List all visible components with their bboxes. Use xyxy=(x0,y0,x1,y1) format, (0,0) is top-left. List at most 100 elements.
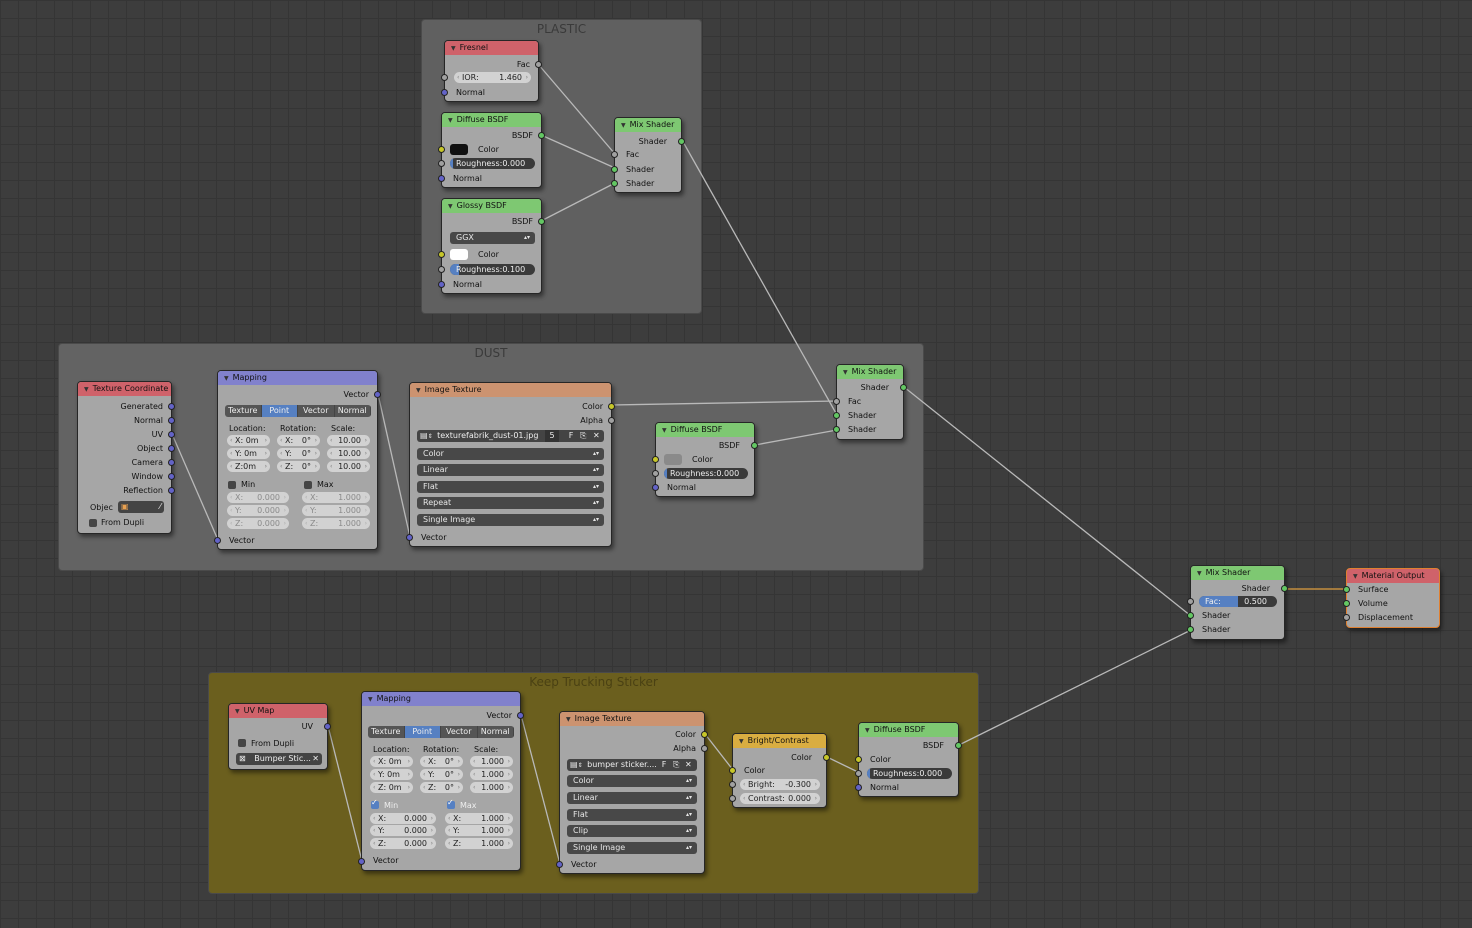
interpolation-dropdown[interactable]: Linear ▴▾ xyxy=(567,792,697,804)
node-header[interactable]: ▼ Diffuse BSDF xyxy=(442,113,541,127)
node-header[interactable]: ▼ Image Texture xyxy=(410,383,611,397)
socket-normal-in[interactable] xyxy=(438,281,445,288)
mapping-type-tabs[interactable]: Texture Point Vector Normal xyxy=(368,726,514,738)
collapse-icon[interactable]: ▼ xyxy=(662,427,667,434)
node-header[interactable]: ▼ Mapping xyxy=(218,371,377,385)
max-x-field[interactable]: ‹ X: 1.000 › xyxy=(445,813,513,824)
node-header[interactable]: ▼ Mix Shader xyxy=(615,118,681,132)
socket-fac-in[interactable] xyxy=(1187,598,1194,605)
min-y-field[interactable]: ‹ Y: 0.000 › xyxy=(227,505,289,516)
collapse-icon[interactable]: ▼ xyxy=(368,696,373,703)
location-x-field[interactable]: ‹ X: 0m › xyxy=(227,435,270,446)
collapse-icon[interactable]: ▼ xyxy=(865,727,870,734)
collapse-icon[interactable]: ▼ xyxy=(84,386,89,393)
socket-bsdf-out[interactable] xyxy=(538,218,545,225)
collapse-icon[interactable]: ▼ xyxy=(1353,573,1358,580)
projection-dropdown[interactable]: Flat ▴▾ xyxy=(567,809,697,821)
socket-shader-out[interactable] xyxy=(678,138,685,145)
tab-texture[interactable]: Texture xyxy=(368,726,405,738)
socket-color-in[interactable] xyxy=(855,756,862,763)
node-header[interactable]: ▼ Mix Shader xyxy=(1191,566,1284,580)
node-header[interactable]: ▼ Fresnel xyxy=(445,41,538,55)
node-header[interactable]: ▼ Diffuse BSDF xyxy=(656,423,754,437)
tab-point[interactable]: Point xyxy=(261,405,298,417)
socket-shader1-in[interactable] xyxy=(611,166,618,173)
socket-alpha-out[interactable] xyxy=(608,417,615,424)
close-icon[interactable]: ✕ xyxy=(312,753,319,765)
close-icon[interactable]: ✕ xyxy=(685,759,692,771)
image-selector[interactable]: ▤⇕ bumper sticker.... F ⎘ ✕ xyxy=(567,759,697,771)
collapse-icon[interactable]: ▼ xyxy=(843,369,848,376)
max-y-field[interactable]: ‹ Y: 1.000 › xyxy=(302,505,370,516)
tab-normal[interactable]: Normal xyxy=(334,405,371,417)
collapse-icon[interactable]: ▼ xyxy=(448,203,453,210)
node-glossy-bsdf[interactable]: ▼ Glossy BSDF BSDF GGX ▴▾ Color Roughness:… xyxy=(438,198,545,294)
fake-user-button[interactable]: F xyxy=(659,759,669,771)
socket-shader2-in[interactable] xyxy=(1187,626,1194,633)
node-texture-coordinate[interactable]: ▼ Texture Coordinate Generated Normal UV … xyxy=(77,381,175,534)
min-x-field[interactable]: ‹ X: 0.000 › xyxy=(370,813,436,824)
extension-dropdown[interactable]: Repeat ▴▾ xyxy=(417,497,604,509)
node-mix-shader[interactable]: ▼ Mix Shader Shader Fac Shader Shader xyxy=(611,117,685,193)
socket-bright-in[interactable] xyxy=(729,781,736,788)
socket-color-out[interactable] xyxy=(608,403,615,410)
node-bright-contrast[interactable]: ▼ Bright/Contrast Color Color ‹ Bright: -0.… xyxy=(729,733,830,808)
socket-normal-out[interactable] xyxy=(168,417,175,424)
socket-fac-in[interactable] xyxy=(833,398,840,405)
color-swatch[interactable] xyxy=(450,144,468,155)
source-dropdown[interactable]: Single Image ▴▾ xyxy=(417,514,604,526)
min-y-field[interactable]: ‹ Y: 0.000 › xyxy=(370,825,436,836)
node-header[interactable]: ▼ Glossy BSDF xyxy=(442,199,541,213)
node-header[interactable]: ▼ Diffuse BSDF xyxy=(859,723,958,737)
node-uv-map[interactable]: ▼ UV Map UV From Dupli ⊠ Bumper Stic... ✕ xyxy=(228,703,331,770)
socket-shader1-in[interactable] xyxy=(1187,612,1194,619)
contrast-field[interactable]: ‹ Contrast: 0.000 › xyxy=(740,793,820,804)
socket-surface-in[interactable] xyxy=(1343,586,1350,593)
scale-y-field[interactable]: ‹ 1.000 › xyxy=(470,769,513,780)
node-header[interactable]: ▼ Mapping xyxy=(362,692,520,706)
fac-slider[interactable]: Fac: 0.500 xyxy=(1199,596,1277,607)
rotation-z-field[interactable]: ‹ Z: 0° › xyxy=(277,461,320,472)
location-y-field[interactable]: ‹ Y: 0m › xyxy=(227,448,270,459)
projection-dropdown[interactable]: Flat ▴▾ xyxy=(417,481,604,493)
socket-fac-in[interactable] xyxy=(611,151,618,158)
socket-displacement-in[interactable] xyxy=(1343,614,1350,621)
collapse-icon[interactable]: ▼ xyxy=(1197,570,1202,577)
socket-window-out[interactable] xyxy=(168,473,175,480)
interpolation-dropdown[interactable]: Linear ▴▾ xyxy=(417,464,604,476)
image-open-icon[interactable]: ⎘ xyxy=(580,430,586,442)
rotation-x-field[interactable]: ‹ X: 0° › xyxy=(420,756,463,767)
node-header[interactable]: ▼ Image Texture xyxy=(560,712,704,726)
extension-dropdown[interactable]: Clip ▴▾ xyxy=(567,825,697,837)
socket-ior-in[interactable] xyxy=(441,74,448,81)
socket-color-out[interactable] xyxy=(823,754,830,761)
rotation-y-field[interactable]: ‹ Y: 0° › xyxy=(277,448,320,459)
node-mix-shader[interactable]: ▼ Mix Shader Shader Fac Shader Shader xyxy=(833,364,907,440)
node-header[interactable]: ▼ Bright/Contrast xyxy=(733,734,826,748)
node-image-texture[interactable]: ▼ Image Texture Color Alpha ▤⇕ texturefab… xyxy=(406,382,615,547)
collapse-icon[interactable]: ▼ xyxy=(739,738,744,745)
distribution-dropdown[interactable]: GGX ▴▾ xyxy=(450,232,535,244)
color-swatch[interactable] xyxy=(450,249,468,260)
socket-contrast-in[interactable] xyxy=(729,795,736,802)
node-diffuse-bsdf[interactable]: ▼ Diffuse BSDF BSDF Color Roughness:0.000… xyxy=(855,722,962,797)
roughness-slider[interactable]: Roughness:0.000 xyxy=(664,468,748,479)
scale-x-field[interactable]: ‹ 1.000 › xyxy=(470,756,513,767)
socket-vector-out[interactable] xyxy=(517,712,524,719)
location-x-field[interactable]: ‹ X: 0m › xyxy=(370,756,413,767)
socket-shader-out[interactable] xyxy=(1281,585,1288,592)
socket-color-out[interactable] xyxy=(701,731,708,738)
location-z-field[interactable]: ‹ Z: 0m › xyxy=(370,782,413,793)
location-z-field[interactable]: ‹ Z:0m › xyxy=(227,461,270,472)
max-z-field[interactable]: ‹ Z: 1.000 › xyxy=(445,838,513,849)
mapping-type-tabs[interactable]: Texture Point Vector Normal xyxy=(225,405,371,417)
image-selector[interactable]: ▤⇕ texturefabrik_dust-01.jpg 5 F ⎘ ✕ xyxy=(417,430,604,442)
scale-y-field[interactable]: ‹ 10.00 › xyxy=(327,448,370,459)
socket-uv-out[interactable] xyxy=(324,723,331,730)
max-z-field[interactable]: ‹ Z: 1.000 › xyxy=(302,518,370,529)
node-header[interactable]: ▼ Texture Coordinate xyxy=(78,382,171,396)
socket-uv-out[interactable] xyxy=(168,431,175,438)
socket-shader1-in[interactable] xyxy=(833,412,840,419)
rotation-y-field[interactable]: ‹ Y: 0° › xyxy=(420,769,463,780)
collapse-icon[interactable]: ▼ xyxy=(235,708,240,715)
